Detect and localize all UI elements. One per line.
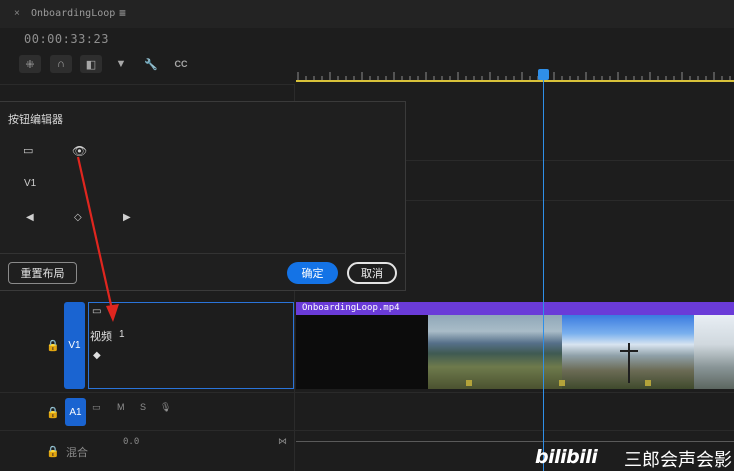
- v1-track-header[interactable]: [88, 302, 294, 389]
- fx-marker: [466, 380, 472, 386]
- a1-target-label: A1: [69, 406, 82, 418]
- linked-selection-icon: ◧: [85, 58, 97, 71]
- clip-thumbnail: [694, 315, 734, 389]
- linked-selection-button[interactable]: ◧: [80, 55, 102, 73]
- bilibili-logo: bilibili: [535, 446, 598, 468]
- cancel-label: 取消: [361, 268, 383, 280]
- settings-button[interactable]: 🔧: [140, 55, 162, 73]
- add-keyframe-icon[interactable]: ◇: [74, 212, 82, 223]
- snap-icon: ⁜: [25, 58, 35, 71]
- playhead-handle[interactable]: [538, 69, 549, 80]
- track-divider: [0, 84, 294, 85]
- v1-target-label: V1: [68, 340, 81, 351]
- clip-thumbnail: [428, 315, 562, 389]
- track-divider: [0, 392, 734, 393]
- panel-menu-icon[interactable]: ≡: [119, 6, 126, 20]
- v1-track-number: 1: [119, 329, 125, 340]
- mix-track-label: 混合: [66, 447, 88, 459]
- v1-track-name: 视频: [90, 331, 112, 343]
- mix-end-icon[interactable]: ⋈: [278, 436, 287, 447]
- watermark-text: 三郎会声会影: [624, 450, 732, 470]
- eye-icon[interactable]: 👁: [72, 144, 87, 158]
- snap-button[interactable]: ⁜: [19, 55, 41, 73]
- add-marker-icon: ▼: [115, 58, 127, 70]
- playhead-line[interactable]: [543, 80, 544, 471]
- ok-label: 确定: [301, 268, 324, 280]
- previous-keyframe-icon[interactable]: ◀: [26, 212, 34, 223]
- captions-button[interactable]: CC: [170, 55, 192, 73]
- track-divider: [0, 430, 734, 431]
- magnet-icon: ∩: [57, 58, 65, 70]
- wrench-icon: 🔧: [144, 58, 158, 71]
- dialog-title: 按钮编辑器: [8, 114, 63, 126]
- a1-track-target[interactable]: A1: [65, 398, 86, 426]
- add-marker-button[interactable]: ▼: [110, 55, 132, 73]
- mix-volume-line[interactable]: [296, 441, 734, 442]
- captions-icon: CC: [174, 59, 188, 69]
- toggle-output-icon[interactable]: ▭: [92, 306, 101, 317]
- fx-marker: [645, 380, 651, 386]
- cancel-button[interactable]: 取消: [347, 262, 397, 284]
- thumbnail-detail: [628, 343, 630, 383]
- dialog-track-label: V1: [24, 178, 37, 189]
- dialog-divider: [0, 253, 406, 254]
- a1-lock-icon[interactable]: 🔒: [46, 406, 60, 419]
- close-tab-icon[interactable]: ×: [14, 8, 20, 19]
- next-keyframe-icon[interactable]: ▶: [123, 212, 131, 223]
- sequence-tab-title[interactable]: OnboardingLoop: [31, 8, 115, 19]
- thumbnail-detail: [620, 350, 638, 352]
- fx-marker: [559, 380, 565, 386]
- v1-lock-icon[interactable]: 🔒: [46, 339, 60, 352]
- keyframe-icon[interactable]: ◆: [93, 350, 101, 361]
- mix-volume-value[interactable]: 0.0: [123, 437, 139, 447]
- toggle-output-icon[interactable]: ▭: [23, 144, 33, 157]
- mute-button[interactable]: M: [117, 402, 125, 412]
- work-area-bar[interactable]: [296, 80, 734, 82]
- playhead-timecode[interactable]: 00:00:33:23: [24, 32, 109, 46]
- ok-button[interactable]: 确定: [287, 262, 338, 284]
- reset-layout-button[interactable]: 重置布局: [8, 262, 77, 284]
- mix-lock-icon[interactable]: 🔒: [46, 445, 60, 458]
- a1-camera-icon[interactable]: ▭: [92, 402, 101, 413]
- clip-name: OnboardingLoop.mp4: [302, 303, 400, 313]
- reset-layout-label: 重置布局: [20, 268, 65, 280]
- v1-track-target[interactable]: V1: [64, 302, 85, 389]
- voiceover-icon[interactable]: 🎙: [160, 402, 171, 413]
- magnet-button[interactable]: ∩: [50, 55, 72, 73]
- solo-button[interactable]: S: [140, 402, 146, 412]
